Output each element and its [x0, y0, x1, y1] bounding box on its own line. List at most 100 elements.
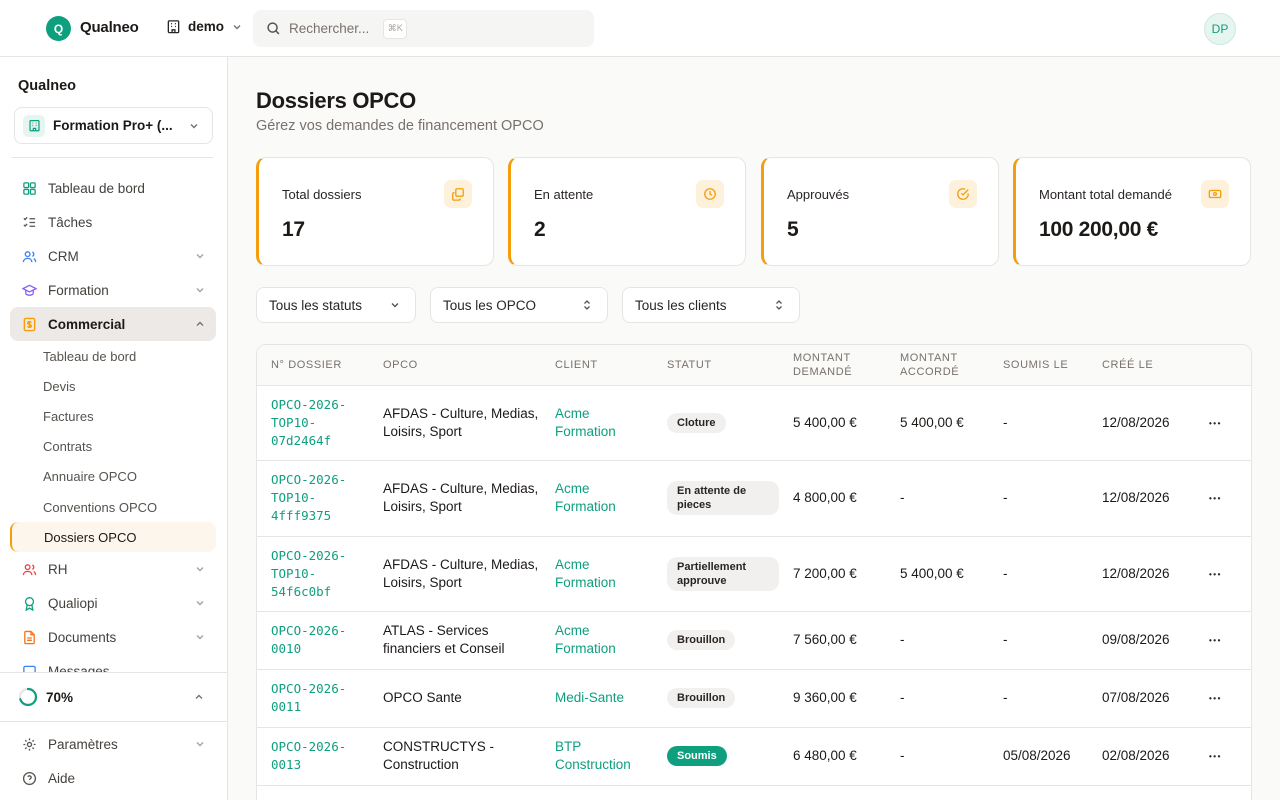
column-header-submitted[interactable]: SOUMIS LE [989, 345, 1088, 386]
sidebar-subitem-tableau-de-bord[interactable]: Tableau de bord [10, 341, 216, 371]
status-badge: Brouillon [667, 688, 736, 708]
empty-cell [369, 785, 541, 800]
column-header-status[interactable]: STATUT [653, 345, 779, 386]
column-header-created[interactable]: CRÉÉ LE [1088, 345, 1195, 386]
client-link[interactable]: BTP Construction [541, 727, 653, 786]
column-header-requested[interactable]: MONTANT DEMANDÉ [779, 345, 886, 386]
stat-label: En attente [534, 187, 594, 202]
status-cell: Brouillon [653, 669, 779, 728]
more-horizontal-icon[interactable]: ••• [1209, 636, 1222, 645]
client-link[interactable]: Acme Formation [541, 536, 653, 612]
status-filter-value: Tous les statuts [269, 297, 363, 313]
search-placeholder: Rechercher... [289, 21, 370, 36]
logo-icon[interactable]: Q [46, 16, 71, 41]
status-badge: Cloture [667, 412, 726, 433]
table-row[interactable]: OPCO-2026-TOP10-4fff9375 AFDAS - Culture,… [257, 460, 1251, 537]
sidebar-item-aide[interactable]: Aide [10, 761, 216, 795]
sidebar-item-label: Qualiopi [48, 595, 98, 611]
sidebar-item-label: Tâches [48, 214, 93, 230]
dossier-ref-link[interactable]: OPCO-2026-TOP10-07d2464f [257, 385, 369, 461]
onboarding-progress[interactable]: 70% [0, 672, 227, 722]
sidebar-item-taches[interactable]: Tâches [10, 205, 216, 239]
app-name[interactable]: Qualneo [80, 19, 139, 36]
sidebar-item-crm[interactable]: CRM [10, 239, 216, 273]
dossier-ref-link[interactable]: OPCO-2026-0010 [257, 611, 369, 670]
table-row[interactable]: OPCO-2026-0010 ATLAS - Services financier… [257, 611, 1251, 670]
more-horizontal-icon[interactable]: ••• [1209, 570, 1222, 579]
dossier-ref-link[interactable]: OPCO-2026-0011 [257, 669, 369, 728]
award-icon [24, 596, 35, 611]
table-row[interactable]: OPCO-2026-TOP10-54f6c0bf AFDAS - Culture,… [257, 536, 1251, 612]
granted-amount: - [886, 611, 989, 670]
user-avatar[interactable]: DP [1204, 13, 1236, 45]
sidebar-subitem-annuaire-opco[interactable]: Annuaire OPCO [10, 462, 216, 492]
stat-card-approved: Approuvés 5 [761, 157, 999, 266]
progress-label: 70% [46, 689, 74, 705]
column-header-opco[interactable]: OPCO [369, 345, 541, 386]
client-link[interactable]: Acme Formation [541, 460, 653, 537]
clock-icon [696, 180, 724, 208]
sidebar-item-label: Formation [48, 282, 109, 298]
dossier-ref-link[interactable]: OPCO-2026-TOP10-4fff9375 [257, 460, 369, 537]
more-horizontal-icon[interactable]: ••• [1209, 494, 1222, 503]
sidebar-subitem-factures[interactable]: Factures [10, 401, 216, 431]
status-badge: En attente de pieces [667, 481, 779, 515]
status-badge: Soumis [667, 746, 727, 766]
sidebar-subitem-conventions-opco[interactable]: Conventions OPCO [10, 492, 216, 522]
workspace-switcher[interactable]: demo [166, 19, 243, 34]
sidebar: Qualneo Formation Pro+ (... Tableau de b… [0, 57, 228, 800]
sidebar-subitem-devis[interactable]: Devis [10, 371, 216, 401]
sidebar-subitem-contrats[interactable]: Contrats [10, 432, 216, 462]
client-link[interactable]: Acme Formation [541, 385, 653, 461]
column-header-ref[interactable]: N° DOSSIER [257, 345, 369, 386]
page-title: Dossiers OPCO [256, 88, 416, 113]
organization-select[interactable]: Formation Pro+ (... [14, 107, 213, 144]
client-filter-select[interactable]: Tous les clients [622, 287, 800, 323]
table-row[interactable]: OPCO-2026-0011 OPCO Sante Medi-Sante Brouil… [257, 669, 1251, 728]
dossier-ref-link[interactable]: OPCO-2026-0013 [257, 727, 369, 786]
table-row[interactable]: OPCO-2026-0013 CONSTRUCTYS - Construction… [257, 727, 1251, 786]
sidebar-item-parametres[interactable]: Paramètres [10, 727, 216, 761]
status-filter-select[interactable]: Tous les statuts [256, 287, 416, 323]
chevron-up-icon [195, 694, 203, 699]
status-badge: Partiellement approuve [667, 556, 779, 591]
sidebar-item-qualiopi[interactable]: Qualiopi [10, 586, 216, 620]
sidebar-item-commercial[interactable]: Commercial [10, 307, 216, 341]
client-link[interactable]: Medi-Sante [541, 669, 653, 728]
table-row[interactable] [257, 785, 1251, 800]
column-header-granted[interactable]: MONTANT ACCORDÉ [886, 345, 989, 386]
stat-value: 17 [282, 218, 305, 241]
row-actions-cell: ••• [1195, 385, 1251, 461]
empty-cell [886, 785, 989, 800]
building-icon [167, 20, 180, 34]
table-row[interactable]: OPCO-2026-TOP10-07d2464f AFDAS - Culture,… [257, 385, 1251, 461]
dossier-ref-link[interactable]: OPCO-2026-TOP10-54f6c0bf [257, 536, 369, 612]
created-date: 02/08/2026 [1088, 727, 1195, 786]
stat-label: Total dossiers [282, 187, 362, 202]
sidebar-item-rh[interactable]: RH [10, 552, 216, 586]
grid-icon [23, 181, 36, 195]
more-horizontal-icon[interactable]: ••• [1209, 419, 1222, 428]
empty-cell [1195, 785, 1251, 800]
requested-amount: 5 400,00 € [779, 385, 886, 461]
chevron-down-icon [196, 742, 204, 747]
opco-filter-select[interactable]: Tous les OPCO [430, 287, 608, 323]
row-actions-cell: ••• [1195, 611, 1251, 670]
submitted-date: - [989, 460, 1088, 537]
sidebar-item-label: CRM [48, 248, 79, 264]
stat-card-total: Total dossiers 17 [256, 157, 494, 266]
empty-cell [257, 785, 369, 800]
client-filter-value: Tous les clients [635, 297, 727, 313]
search-input[interactable]: Rechercher... ⌘K [253, 10, 594, 47]
table-header-row: N° DOSSIER OPCO CLIENT STATUT MONTANT DE… [257, 345, 1251, 386]
more-horizontal-icon[interactable]: ••• [1209, 694, 1222, 703]
opco-cell: ATLAS - Services financiers et Conseil [369, 611, 541, 670]
column-header-client[interactable]: CLIENT [541, 345, 653, 386]
sidebar-item-formation[interactable]: Formation [10, 273, 216, 307]
client-link[interactable]: Acme Formation [541, 611, 653, 670]
sidebar-item-documents[interactable]: Documents [10, 620, 216, 654]
sidebar-item-tableau-de-bord[interactable]: Tableau de bord [10, 171, 216, 205]
sidebar-subitem-dossiers-opco[interactable]: Dossiers OPCO [10, 522, 216, 553]
stat-value: 2 [534, 218, 546, 241]
more-horizontal-icon[interactable]: ••• [1209, 752, 1222, 761]
